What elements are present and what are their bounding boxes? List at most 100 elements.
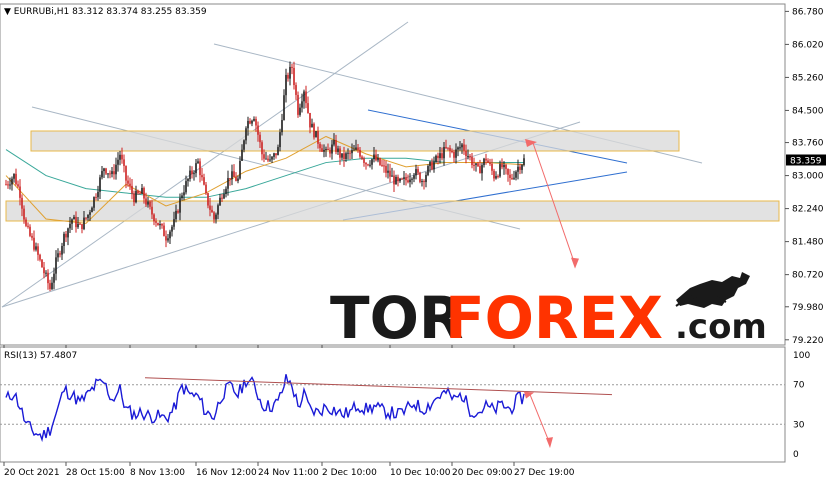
candle-body bbox=[77, 223, 79, 228]
price-tick-label: 79.220 bbox=[792, 336, 824, 346]
logo-forex-text: FOREX bbox=[445, 284, 663, 352]
candle-body bbox=[483, 158, 485, 166]
time-tick-label: 20 Oct 2021 bbox=[4, 468, 60, 478]
candle-body bbox=[215, 214, 217, 220]
candle-body bbox=[17, 184, 19, 187]
candle-body bbox=[187, 179, 189, 182]
candle-body bbox=[57, 253, 59, 258]
candle-body bbox=[317, 131, 319, 144]
logo-tor-text: TOR bbox=[330, 284, 464, 352]
candle-body bbox=[361, 156, 363, 159]
candle-body bbox=[371, 159, 373, 165]
candle-body bbox=[5, 184, 7, 186]
candle-body bbox=[55, 257, 57, 274]
candle-body bbox=[497, 176, 499, 178]
candle-body bbox=[145, 198, 147, 205]
candle-body bbox=[393, 175, 395, 185]
symbol-label: EURRUBi,H1 bbox=[14, 7, 69, 17]
candle-body bbox=[375, 154, 377, 161]
candle-body bbox=[193, 173, 195, 175]
time-tick-label: 8 Nov 13:00 bbox=[130, 468, 185, 478]
candle-body bbox=[183, 192, 185, 196]
price-tick-label: 85.260 bbox=[792, 73, 824, 83]
candle-body bbox=[173, 219, 175, 227]
time-tick-label: 10 Dec 10:00 bbox=[390, 468, 451, 478]
candle-body bbox=[297, 94, 299, 115]
chart-canvas: ▼ EURRUBi,H1 83.312 83.374 83.255 83.359… bbox=[0, 3, 826, 478]
candle-body bbox=[141, 187, 143, 194]
candle-body bbox=[119, 154, 121, 160]
candle-body bbox=[53, 273, 55, 283]
candle-body bbox=[345, 153, 347, 160]
time-tick-label: 28 Oct 15:00 bbox=[66, 468, 125, 478]
candle-body bbox=[379, 158, 381, 165]
candle-body bbox=[135, 190, 137, 203]
candle-body bbox=[221, 197, 223, 199]
candle-body bbox=[445, 147, 447, 149]
candle-body bbox=[79, 223, 81, 225]
candle-body bbox=[83, 217, 85, 229]
rsi-tick-label: 70 bbox=[793, 381, 805, 391]
candle-body bbox=[225, 188, 227, 195]
candle-body bbox=[391, 175, 393, 177]
candle-body bbox=[327, 148, 329, 150]
candle-body bbox=[325, 148, 327, 150]
candle-body bbox=[95, 197, 97, 199]
candle-body bbox=[115, 164, 117, 175]
candle-body bbox=[259, 134, 261, 143]
candle-body bbox=[269, 159, 271, 161]
candle-body bbox=[359, 149, 361, 157]
candle-body bbox=[49, 283, 51, 290]
candle-body bbox=[213, 212, 215, 220]
candle-body bbox=[23, 208, 25, 220]
candle-body bbox=[127, 180, 129, 184]
candle-body bbox=[487, 160, 489, 163]
candle-body bbox=[339, 148, 341, 158]
candle-body bbox=[27, 225, 29, 227]
candle-body bbox=[461, 144, 463, 148]
candle-body bbox=[387, 170, 389, 173]
candle-body bbox=[505, 164, 507, 169]
candle-body bbox=[159, 224, 161, 226]
rsi-label: RSI(13) 57.4807 bbox=[4, 351, 77, 361]
candle-body bbox=[211, 209, 213, 213]
candle-body bbox=[471, 156, 473, 166]
candle-body bbox=[275, 153, 277, 156]
candle-body bbox=[411, 178, 413, 180]
candle-body bbox=[311, 123, 313, 128]
candle-body bbox=[153, 214, 155, 222]
candle-body bbox=[501, 164, 503, 168]
candle-body bbox=[163, 225, 165, 237]
candle-body bbox=[229, 178, 231, 180]
candle-body bbox=[147, 201, 149, 205]
candle-body bbox=[481, 165, 483, 174]
candle-body bbox=[399, 178, 401, 182]
candle-body bbox=[257, 125, 259, 135]
candle-body bbox=[231, 171, 233, 180]
candle-body bbox=[415, 169, 417, 176]
candle-body bbox=[73, 216, 75, 220]
candle-body bbox=[273, 153, 275, 157]
candle-body bbox=[315, 131, 317, 138]
rsi-panel bbox=[0, 346, 786, 463]
candle-body bbox=[99, 177, 101, 192]
candle-body bbox=[467, 155, 469, 157]
candle-body bbox=[333, 140, 335, 145]
candle-body bbox=[491, 164, 493, 171]
candle-body bbox=[463, 144, 465, 151]
support-zone bbox=[5, 200, 780, 222]
dropdown-triangle-icon[interactable]: ▼ bbox=[4, 7, 14, 17]
candle-body bbox=[191, 170, 193, 175]
candle-body bbox=[249, 120, 251, 124]
time-tick-label: 27 Dec 19:00 bbox=[514, 468, 575, 478]
chart-header: ▼ EURRUBi,H1 83.312 83.374 83.255 83.359 bbox=[4, 7, 207, 17]
candle-body bbox=[265, 158, 267, 160]
candle-body bbox=[363, 158, 365, 163]
candle-body bbox=[459, 147, 461, 149]
candle-body bbox=[133, 193, 135, 203]
candle-body bbox=[123, 159, 125, 166]
price-tick-label: 86.020 bbox=[792, 40, 824, 50]
price-axis: 86.780 86.020 85.260 84.500 83.760 83.000 82.2… bbox=[785, 7, 824, 346]
candle-body bbox=[181, 195, 183, 199]
candle-body bbox=[109, 173, 111, 175]
